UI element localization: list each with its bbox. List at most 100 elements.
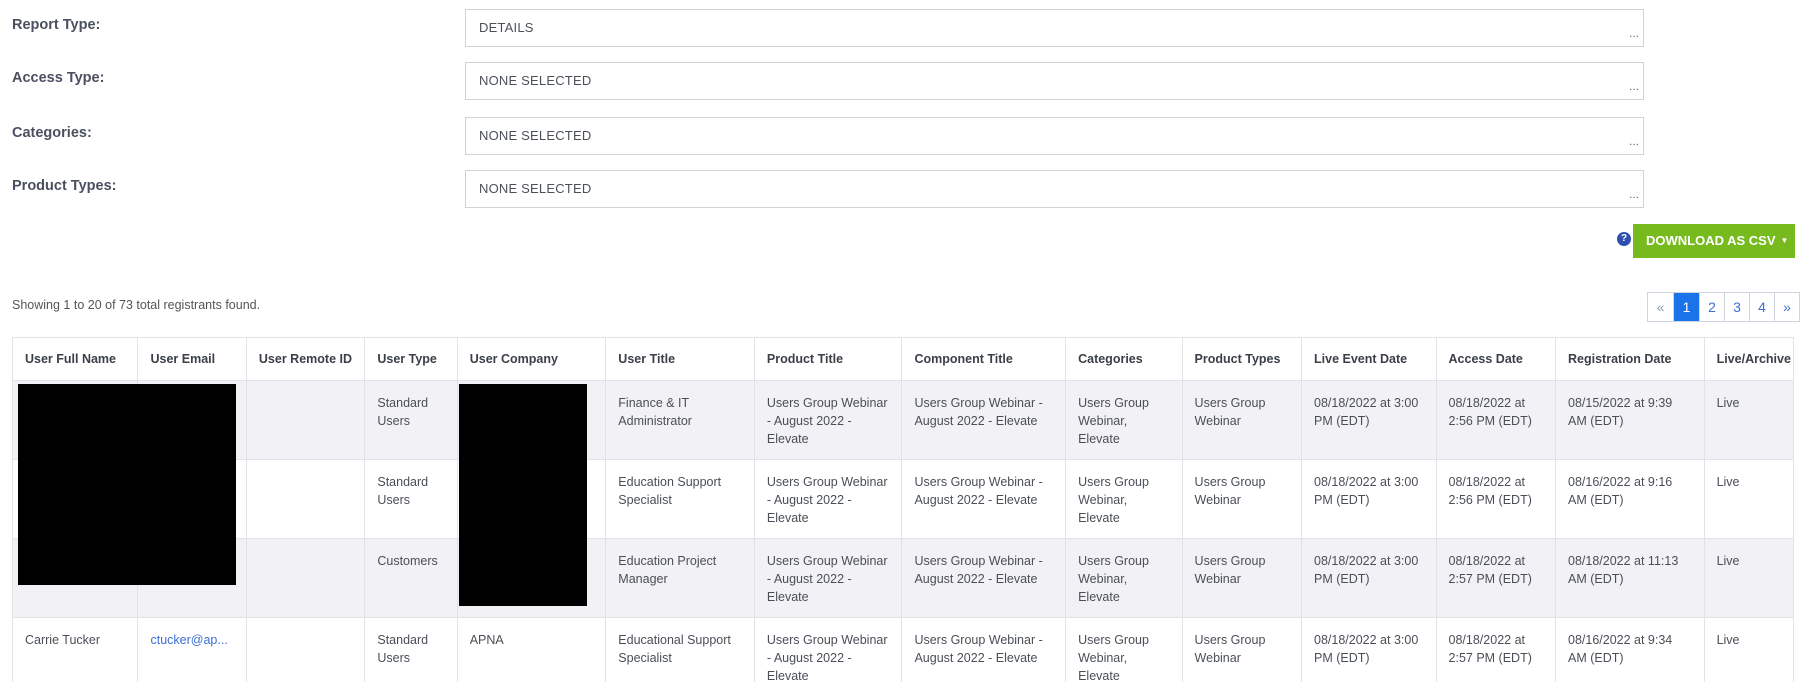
col-header-component-title[interactable]: Component Title bbox=[901, 337, 1067, 381]
cell-product-types: Users Group Webinar bbox=[1181, 380, 1303, 460]
cell-access-date: 08/18/2022 at 2:57 PM (EDT) bbox=[1435, 617, 1557, 682]
col-header-user-company[interactable]: User Company bbox=[456, 337, 607, 381]
cell-user-title: Educational Support Specialist bbox=[605, 617, 755, 682]
cell-product-types: Users Group Webinar bbox=[1181, 459, 1303, 539]
report-type-more-icon: ... bbox=[1629, 28, 1639, 40]
access-type-value: NONE SELECTED bbox=[479, 73, 592, 88]
filter-report-type: Report Type: DETAILS ... bbox=[0, 8, 1806, 48]
cell-registration-date: 08/16/2022 at 9:34 AM (EDT) bbox=[1555, 617, 1705, 682]
pagination-page-4[interactable]: 4 bbox=[1749, 293, 1774, 321]
filter-access-type: Access Type: NONE SELECTED ... bbox=[0, 61, 1806, 101]
cell-categories: Users Group Webinar, Elevate bbox=[1065, 538, 1183, 618]
col-header-access-date[interactable]: Access Date bbox=[1435, 337, 1557, 381]
pagination-page-1[interactable]: 1 bbox=[1673, 293, 1699, 321]
cell-product-types: Users Group Webinar bbox=[1181, 617, 1303, 682]
pagination-page-3[interactable]: 3 bbox=[1724, 293, 1749, 321]
cell-live-archive: Live bbox=[1703, 538, 1794, 618]
cell-user-type: Customers bbox=[364, 538, 458, 618]
email-link[interactable]: ctucker@ap... bbox=[150, 633, 227, 647]
cell-component-title: Users Group Webinar - August 2022 - Elev… bbox=[901, 459, 1067, 539]
download-csv-button[interactable]: DOWNLOAD AS CSV ▼ bbox=[1633, 224, 1795, 258]
table-row: Standard Users Education Support Special… bbox=[12, 459, 1794, 539]
col-header-registration-date[interactable]: Registration Date bbox=[1555, 337, 1705, 381]
cell-product-title: Users Group Webinar - August 2022 - Elev… bbox=[753, 617, 903, 682]
col-header-live-archive[interactable]: Live/Archive bbox=[1703, 337, 1794, 381]
pagination-page-2[interactable]: 2 bbox=[1699, 293, 1724, 321]
cell-user-type: Standard Users bbox=[364, 459, 458, 539]
col-header-user-full-name[interactable]: User Full Name bbox=[12, 337, 139, 381]
table-row: Customers Education Project Manager User… bbox=[12, 538, 1794, 618]
product-types-more-icon: ... bbox=[1629, 189, 1639, 201]
pagination: « 1 2 3 4 » bbox=[1647, 292, 1800, 322]
cell-registration-date: 08/18/2022 at 11:13 AM (EDT) bbox=[1555, 538, 1705, 618]
cell-product-title: Users Group Webinar - August 2022 - Elev… bbox=[753, 459, 903, 539]
cell-access-date: 08/18/2022 at 2:56 PM (EDT) bbox=[1435, 459, 1557, 539]
col-header-live-event-date[interactable]: Live Event Date bbox=[1301, 337, 1437, 381]
cell-remote-id bbox=[245, 538, 366, 618]
product-types-label: Product Types: bbox=[12, 178, 117, 194]
table-row: Carrie Tucker ctucker@ap... Standard Use… bbox=[12, 617, 1794, 682]
redaction-block-names bbox=[18, 384, 236, 585]
filter-categories: Categories: NONE SELECTED ... bbox=[0, 116, 1806, 156]
cell-live-event-date: 08/18/2022 at 3:00 PM (EDT) bbox=[1301, 538, 1437, 618]
cell-user-title: Finance & IT Administrator bbox=[605, 380, 755, 460]
categories-value: NONE SELECTED bbox=[479, 128, 592, 143]
access-type-select[interactable]: NONE SELECTED ... bbox=[465, 62, 1644, 100]
cell-remote-id bbox=[245, 617, 366, 682]
help-icon[interactable]: ? bbox=[1617, 232, 1631, 246]
report-type-select[interactable]: DETAILS ... bbox=[465, 9, 1644, 47]
cell-remote-id bbox=[245, 459, 366, 539]
cell-live-event-date: 08/18/2022 at 3:00 PM (EDT) bbox=[1301, 459, 1437, 539]
cell-remote-id bbox=[245, 380, 366, 460]
table-header-row: User Full Name User Email User Remote ID… bbox=[12, 337, 1794, 381]
categories-label: Categories: bbox=[12, 125, 92, 141]
cell-registration-date: 08/16/2022 at 9:16 AM (EDT) bbox=[1555, 459, 1705, 539]
registrants-table: User Full Name User Email User Remote ID… bbox=[12, 337, 1794, 682]
cell-live-event-date: 08/18/2022 at 3:00 PM (EDT) bbox=[1301, 617, 1437, 682]
cell-categories: Users Group Webinar, Elevate bbox=[1065, 617, 1183, 682]
cell-component-title: Users Group Webinar - August 2022 - Elev… bbox=[901, 617, 1067, 682]
col-header-user-remote-id[interactable]: User Remote ID bbox=[245, 337, 366, 381]
col-header-product-types[interactable]: Product Types bbox=[1181, 337, 1303, 381]
cell-email: ctucker@ap... bbox=[137, 617, 247, 682]
categories-more-icon: ... bbox=[1629, 136, 1639, 148]
cell-live-archive: Live bbox=[1703, 459, 1794, 539]
cell-access-date: 08/18/2022 at 2:56 PM (EDT) bbox=[1435, 380, 1557, 460]
cell-product-types: Users Group Webinar bbox=[1181, 538, 1303, 618]
table-row: Standard Users Finance & IT Administrato… bbox=[12, 380, 1794, 460]
cell-user-type: Standard Users bbox=[364, 617, 458, 682]
report-type-label: Report Type: bbox=[12, 17, 101, 33]
col-header-user-type[interactable]: User Type bbox=[364, 337, 458, 381]
cell-product-title: Users Group Webinar - August 2022 - Elev… bbox=[753, 380, 903, 460]
product-types-value: NONE SELECTED bbox=[479, 181, 592, 196]
cell-company: APNA bbox=[456, 617, 607, 682]
cell-live-archive: Live bbox=[1703, 380, 1794, 460]
cell-live-event-date: 08/18/2022 at 3:00 PM (EDT) bbox=[1301, 380, 1437, 460]
col-header-user-email[interactable]: User Email bbox=[137, 337, 247, 381]
col-header-user-title[interactable]: User Title bbox=[605, 337, 755, 381]
product-types-select[interactable]: NONE SELECTED ... bbox=[465, 170, 1644, 208]
pagination-next[interactable]: » bbox=[1774, 293, 1799, 321]
cell-categories: Users Group Webinar, Elevate bbox=[1065, 459, 1183, 539]
cell-live-archive: Live bbox=[1703, 617, 1794, 682]
results-count-text: Showing 1 to 20 of 73 total registrants … bbox=[12, 298, 261, 312]
filter-product-types: Product Types: NONE SELECTED ... bbox=[0, 169, 1806, 209]
cell-user-title: Education Project Manager bbox=[605, 538, 755, 618]
categories-select[interactable]: NONE SELECTED ... bbox=[465, 117, 1644, 155]
redaction-block-companies bbox=[459, 384, 587, 606]
access-type-label: Access Type: bbox=[12, 70, 105, 86]
cell-user-type: Standard Users bbox=[364, 380, 458, 460]
col-header-categories[interactable]: Categories bbox=[1065, 337, 1183, 381]
cell-categories: Users Group Webinar, Elevate bbox=[1065, 380, 1183, 460]
download-csv-label: DOWNLOAD AS CSV bbox=[1646, 233, 1776, 248]
cell-registration-date: 08/15/2022 at 9:39 AM (EDT) bbox=[1555, 380, 1705, 460]
report-type-value: DETAILS bbox=[479, 20, 534, 35]
col-header-product-title[interactable]: Product Title bbox=[753, 337, 903, 381]
cell-component-title: Users Group Webinar - August 2022 - Elev… bbox=[901, 538, 1067, 618]
access-type-more-icon: ... bbox=[1629, 81, 1639, 93]
cell-access-date: 08/18/2022 at 2:57 PM (EDT) bbox=[1435, 538, 1557, 618]
cell-full-name: Carrie Tucker bbox=[12, 617, 139, 682]
cell-user-title: Education Support Specialist bbox=[605, 459, 755, 539]
cell-component-title: Users Group Webinar - August 2022 - Elev… bbox=[901, 380, 1067, 460]
pagination-prev[interactable]: « bbox=[1648, 293, 1673, 321]
